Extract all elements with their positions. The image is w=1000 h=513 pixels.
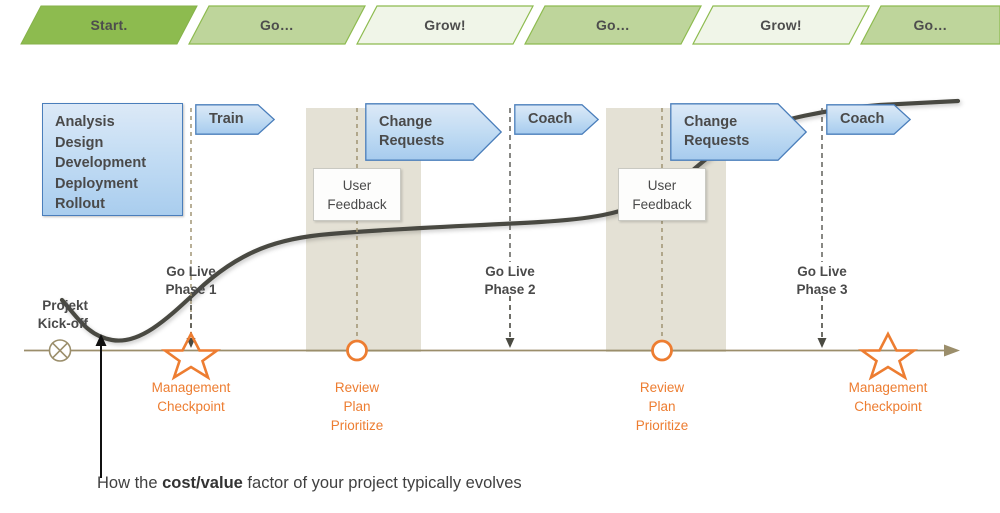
arrow-label: Train xyxy=(209,111,244,127)
kickoff-line: Projekt xyxy=(42,298,88,313)
checkpoint-line: Checkpoint xyxy=(854,399,922,414)
checkpoint-line: Management xyxy=(151,380,231,395)
checkpoint-label-2: Review Plan Prioritize xyxy=(297,378,417,435)
task-line: Design xyxy=(55,134,104,151)
task-line: Development xyxy=(55,155,147,171)
project-kickoff-label: Projekt Kick-off xyxy=(0,297,88,333)
phase-step-2[interactable]: Grow! xyxy=(357,6,533,44)
arrow-label: Change Requests xyxy=(684,114,750,149)
caption-pre: How the xyxy=(97,474,163,492)
checkpoint-line: Plan xyxy=(343,399,371,414)
checkpoint-line: Prioritize xyxy=(635,418,689,433)
checkpoint-star-2[interactable] xyxy=(857,331,919,381)
golive-label-3: Go Live Phase 3 xyxy=(762,263,882,299)
arrow-change-requests-1[interactable]: Change Requests xyxy=(365,103,502,161)
golive-line: Phase 2 xyxy=(484,282,536,297)
checkpoint-line: Review xyxy=(334,380,380,395)
checkpoint-line: Checkpoint xyxy=(157,399,225,414)
timeline-axis-arrowhead xyxy=(944,344,960,357)
phase-step-label: Start. xyxy=(90,17,128,33)
task-line: Analysis xyxy=(55,114,115,130)
checkpoint-label-3: Review Plan Prioritize xyxy=(602,378,722,435)
golive-arrow-2 xyxy=(505,296,515,348)
kickoff-line: Kick-off xyxy=(37,316,88,331)
phase-step-label: Go… xyxy=(259,17,295,33)
project-kickoff-marker xyxy=(48,339,72,362)
caption-pointer-arrow xyxy=(95,334,107,478)
checkpoint-star-1[interactable] xyxy=(160,331,222,381)
phase-step-label: Go… xyxy=(595,17,631,33)
cost-value-curve-layer xyxy=(24,98,961,478)
checkpoint-line: Plan xyxy=(648,399,676,414)
golive-line: Go Live xyxy=(485,264,535,279)
task-box[interactable]: Analysis Design Development Deployment R… xyxy=(42,103,183,216)
caption-post: factor of your project typically evolves xyxy=(242,474,522,492)
phase-step-label: Go… xyxy=(913,17,948,33)
callout-line: Feedback xyxy=(327,196,387,212)
slide-canvas: Start. Go… Grow! Go… Grow! Go… Analysis … xyxy=(0,0,1000,513)
phase-step-4[interactable]: Grow! xyxy=(693,6,869,44)
arrow-train[interactable]: Train xyxy=(195,104,275,135)
golive-label-2: Go Live Phase 2 xyxy=(450,263,570,299)
arrow-change-requests-2[interactable]: Change Requests xyxy=(670,103,807,161)
task-line: Rollout xyxy=(55,196,105,212)
golive-line: Phase 3 xyxy=(796,282,848,297)
golive-line: Go Live xyxy=(166,264,216,279)
callout-user-feedback-1[interactable]: User Feedback xyxy=(313,168,401,221)
phase-step-label: Grow! xyxy=(424,17,466,33)
checkpoint-label-4: Management Checkpoint xyxy=(818,378,958,416)
callout-line: Feedback xyxy=(632,196,692,212)
arrow-label: Coach xyxy=(840,111,885,127)
arrow-coach-2[interactable]: Coach xyxy=(826,104,911,135)
golive-line: Go Live xyxy=(797,264,847,279)
caption-strong: cost/value xyxy=(162,474,243,492)
golive-label-1: Go Live Phase 1 xyxy=(131,263,251,299)
golive-arrow-1 xyxy=(186,296,196,348)
phase-banner: Start. Go… Grow! Go… Grow! Go… xyxy=(0,0,1000,50)
phase-step-5[interactable]: Go… xyxy=(861,6,1000,44)
checkpoint-line: Review xyxy=(639,380,685,395)
checkpoint-label-1: Management Checkpoint xyxy=(121,378,261,416)
checkpoint-line: Prioritize xyxy=(330,418,384,433)
phase-step-1[interactable]: Go… xyxy=(189,6,365,44)
phase-step-3[interactable]: Go… xyxy=(525,6,701,44)
arrow-label: Coach xyxy=(528,111,573,127)
cost-value-curve xyxy=(59,98,961,343)
golive-arrow-3 xyxy=(817,296,827,348)
arrow-label: Change Requests xyxy=(379,114,445,149)
caption: How the cost/value factor of your projec… xyxy=(97,474,522,493)
callout-line: User xyxy=(342,177,372,193)
golive-line: Phase 1 xyxy=(165,282,217,297)
task-line: Deployment xyxy=(55,175,138,192)
callout-line: User xyxy=(647,177,677,193)
callout-user-feedback-2[interactable]: User Feedback xyxy=(618,168,706,221)
checkpoint-line: Management xyxy=(848,380,928,395)
phase-step-0[interactable]: Start. xyxy=(21,6,197,44)
arrow-coach-1[interactable]: Coach xyxy=(514,104,599,135)
phase-step-label: Grow! xyxy=(760,17,802,33)
